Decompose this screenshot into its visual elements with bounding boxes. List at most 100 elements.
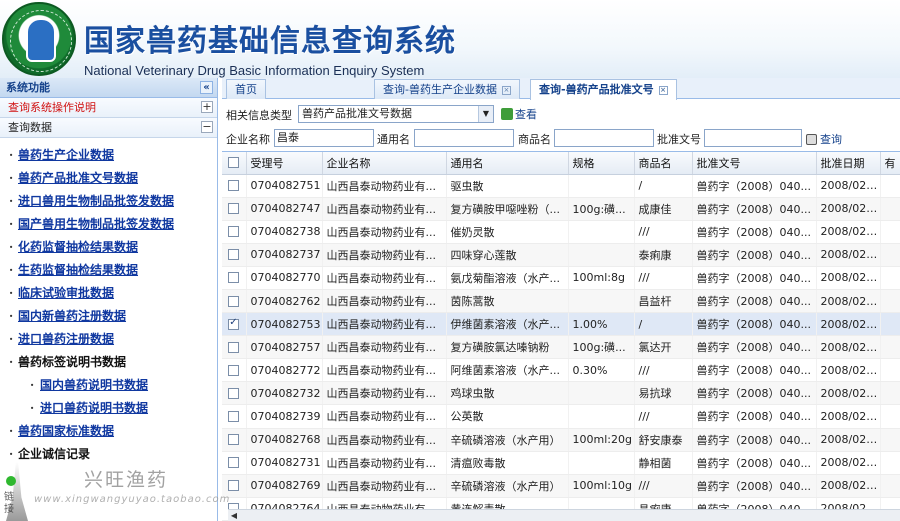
sidebar-item[interactable]: 兽药国家标准数据 <box>0 420 217 443</box>
sidebar-item[interactable]: 生药监督抽检结果数据 <box>0 259 217 282</box>
sidebar-item[interactable]: 企业诚信记录 <box>0 443 217 466</box>
sidebar-item[interactable]: 兽药产品批准文号数据 <box>0 167 217 190</box>
type-select-value: 兽药产品批准文号数据 <box>302 107 412 120</box>
table-cell: 复方磺胺甲噁唑粉（... <box>446 197 569 221</box>
sidebar-item[interactable]: 兽药标签说明书数据 <box>0 351 217 374</box>
section-help[interactable]: 查询系统操作说明 + <box>0 98 217 118</box>
sidebar-item[interactable]: 进口兽用生物制品批签发数据 <box>0 190 217 213</box>
search-button-label: 查询 <box>820 133 842 146</box>
approval-input[interactable] <box>704 129 802 147</box>
type-select[interactable]: 兽药产品批准文号数据 ▼ <box>298 105 494 123</box>
table-cell: 兽药字（2008）040... <box>692 197 817 221</box>
generic-input[interactable] <box>414 129 514 147</box>
sidebar-item[interactable]: 国内新兽药注册数据 <box>0 305 217 328</box>
select-all-checkbox[interactable] <box>228 157 240 169</box>
row-checkbox[interactable] <box>228 480 240 492</box>
chevron-down-icon[interactable]: ▼ <box>478 106 493 122</box>
row-checkbox[interactable] <box>228 410 240 422</box>
expand-icon[interactable]: + <box>201 101 213 113</box>
row-checkbox[interactable] <box>228 203 240 215</box>
scroll-left-icon[interactable]: ◀ <box>228 510 240 521</box>
table-cell: 泰痢康 <box>634 243 693 267</box>
column-header[interactable]: 批准文号 <box>692 152 817 175</box>
horizontal-scrollbar[interactable]: ◀ <box>228 509 900 521</box>
column-header[interactable]: 通用名 <box>446 152 569 175</box>
row-select-cell <box>222 451 247 475</box>
table-row[interactable]: 0704082753山西昌泰动物药业有...伊维菌素溶液（水产...1.00%/… <box>222 312 900 337</box>
table-cell: 0704082737 <box>246 243 323 267</box>
tab[interactable]: 首页 <box>226 79 266 99</box>
search-button[interactable]: 查询 <box>806 131 842 147</box>
table-cell: 0704082751 <box>246 174 323 198</box>
row-checkbox[interactable] <box>228 317 240 330</box>
table-cell <box>568 243 635 267</box>
table-row[interactable]: 0704082751 山西昌泰动物药业有... 驱虫散 / 兽药字（2008）040..… <box>222 174 900 198</box>
table-row[interactable]: 0704082762 山西昌泰动物药业有... 茵陈蒿散 昌益杆 兽药字（2008）04… <box>222 289 900 314</box>
table-cell <box>880 220 900 244</box>
sidebar-item[interactable]: 兽药生产企业数据 <box>0 144 217 167</box>
table-row[interactable]: 0704082739 山西昌泰动物药业有... 公英散 ///兽药字（2008）040… <box>222 404 900 429</box>
trade-input[interactable] <box>554 129 654 147</box>
sidebar-item[interactable]: 国产兽用生物制品批签发数据 <box>0 213 217 236</box>
row-checkbox[interactable] <box>228 295 240 307</box>
table-cell: 0704082769 <box>246 474 323 498</box>
row-checkbox[interactable] <box>228 387 240 399</box>
table-row[interactable]: 0704082732 山西昌泰动物药业有... 鸡球虫散 易抗球 兽药字（2008）04… <box>222 381 900 406</box>
table-cell: 催奶灵散 <box>446 220 569 244</box>
table-row[interactable]: 0704082737 山西昌泰动物药业有... 四味穿心莲散 泰痢康 兽药字（2008）… <box>222 243 900 267</box>
row-checkbox[interactable] <box>228 434 240 446</box>
tab[interactable]: 查询-兽药产品批准文号 × <box>530 79 677 100</box>
column-header[interactable]: 批准日期 <box>816 152 881 175</box>
type-filter-row: 相关信息类型 兽药产品批准文号数据 ▼ 查看 <box>222 103 900 125</box>
table-row[interactable]: 0704082738 山西昌泰动物药业有... 催奶灵散 ///兽药字（2008）04… <box>222 220 900 244</box>
table-cell: 1.00% <box>568 312 635 337</box>
table-cell: 山西昌泰动物药业有... <box>322 474 447 498</box>
row-checkbox[interactable] <box>228 249 240 261</box>
table-row[interactable]: 0704082768 山西昌泰动物药业有... 辛硫磷溶液（水产用） 100ml:20… <box>222 428 900 452</box>
column-header[interactable]: 商品名 <box>634 152 693 175</box>
column-header[interactable]: 企业名称 <box>322 152 447 175</box>
table-cell <box>880 266 900 290</box>
row-checkbox[interactable] <box>228 457 240 469</box>
row-select-cell <box>222 312 247 337</box>
sidebar-item[interactable]: 临床试验审批数据 <box>0 282 217 305</box>
table-row[interactable]: 0704082731 山西昌泰动物药业有... 清瘟败毒散 静相菌 兽药字（2008）0… <box>222 451 900 475</box>
row-checkbox[interactable] <box>228 272 240 284</box>
sidebar-item[interactable]: 化药监督抽检结果数据 <box>0 236 217 259</box>
tab[interactable]: 查询-兽药生产企业数据 × <box>374 79 520 99</box>
section-query[interactable]: 查询数据 − <box>0 118 217 138</box>
close-icon[interactable]: × <box>501 86 511 95</box>
table-row[interactable]: 0704082747 山西昌泰动物药业有... 复方磺胺甲噁唑粉（... 100g:磺… <box>222 197 900 221</box>
table-row[interactable]: 0704082770 山西昌泰动物药业有... 氨戊菊酯溶液（水产... 100ml:… <box>222 266 900 290</box>
results-table: 受理号 企业名称 通用名 规格 商品名 批准文号 批准日期有 0704082751 山西昌泰动… <box>222 152 900 521</box>
view-button[interactable]: 查看 <box>501 106 537 122</box>
table-row[interactable]: 0704082769 山西昌泰动物药业有... 辛硫磷溶液（水产用） 100ml:10… <box>222 474 900 498</box>
sidebar-item[interactable]: 进口兽药注册数据 <box>0 328 217 351</box>
table-row[interactable]: 0704082757 山西昌泰动物药业有... 复方磺胺氯达嗪钠粉 100g:磺...… <box>222 335 900 360</box>
table-cell: /// <box>634 220 693 244</box>
column-header[interactable]: 规格 <box>568 152 635 175</box>
table-cell: 100ml:8g <box>568 266 635 290</box>
company-input[interactable]: 昌泰 <box>274 129 374 147</box>
row-checkbox[interactable] <box>228 226 240 238</box>
table-cell <box>880 289 900 314</box>
sidebar-item[interactable]: 国内兽药说明书数据 <box>0 374 217 397</box>
column-header[interactable]: 有 <box>880 152 900 175</box>
row-select-cell <box>222 266 247 290</box>
row-checkbox[interactable] <box>228 364 240 376</box>
close-icon[interactable]: × <box>658 86 668 95</box>
row-checkbox[interactable] <box>228 180 240 192</box>
table-row[interactable]: 0704082772 山西昌泰动物药业有... 阿维菌素溶液（水产... 0.30% /… <box>222 358 900 383</box>
view-icon <box>501 108 513 120</box>
collapse-icon[interactable]: « <box>200 81 213 94</box>
table-cell: 2008/02/04 <box>816 428 881 452</box>
sidebar-item[interactable]: 进口兽药说明书数据 <box>0 397 217 420</box>
row-checkbox[interactable] <box>228 341 240 353</box>
table-cell: 100g:磺... <box>568 197 635 221</box>
table-cell <box>568 381 635 406</box>
table-cell: 0704082753 <box>246 312 323 337</box>
column-header[interactable]: 受理号 <box>246 152 323 175</box>
collapse-section-icon[interactable]: − <box>201 121 213 133</box>
table-cell: 山西昌泰动物药业有... <box>322 358 447 383</box>
table-cell: 山西昌泰动物药业有... <box>322 197 447 221</box>
